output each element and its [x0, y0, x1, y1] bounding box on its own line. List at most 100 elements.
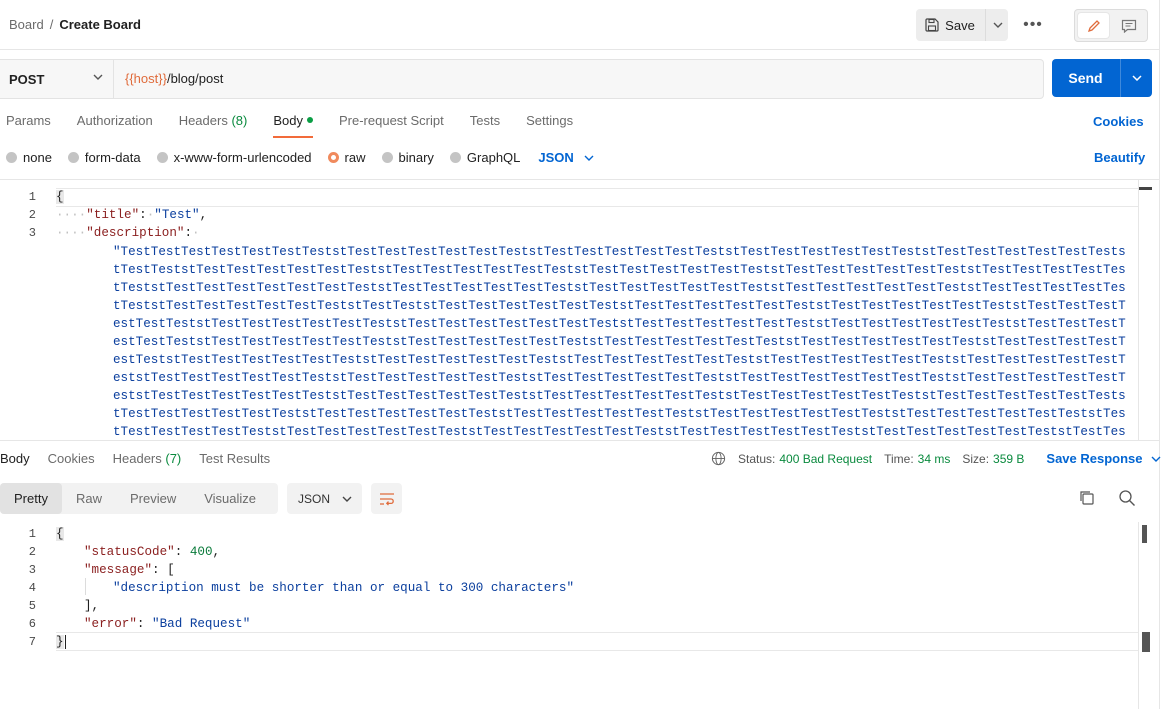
breadcrumb: Board / Create Board — [9, 17, 141, 32]
scrollbar[interactable] — [1138, 180, 1152, 441]
method-label: POST — [9, 71, 45, 87]
url-path: /blog/post — [166, 71, 224, 86]
view-tab-preview[interactable]: Preview — [116, 483, 190, 514]
response-line-6: "error": "Bad Request" — [84, 617, 251, 631]
send-button[interactable]: Send — [1052, 59, 1119, 97]
active-line-highlight — [56, 188, 1138, 207]
response-tabs: Body Cookies Headers (7) Test Results — [0, 451, 288, 466]
body-type-form-data[interactable]: form-data — [67, 150, 141, 165]
tab-headers[interactable]: Headers (8) — [179, 113, 248, 137]
response-tab-test-results[interactable]: Test Results — [199, 451, 270, 466]
line-number: 2 — [28, 545, 36, 559]
body-type-label: none — [23, 150, 52, 165]
body-type-none[interactable]: none — [6, 150, 52, 165]
view-tab-visualize[interactable]: Visualize — [190, 483, 270, 514]
search-button[interactable] — [1118, 489, 1136, 510]
url-variable: {{host}} — [125, 71, 167, 86]
response-tab-cookies[interactable]: Cookies — [48, 451, 95, 466]
scrollbar[interactable] — [1138, 522, 1152, 709]
request-body-editor[interactable]: 1 2 3 { ····"title":·"Test", ····"descri… — [0, 179, 1159, 441]
body-indicator-dot — [306, 116, 313, 123]
line-number: 4 — [28, 581, 36, 595]
scrollbar-thumb[interactable] — [1139, 187, 1152, 190]
response-meta: Status: 400 Bad Request Time: 34 ms Size… — [711, 451, 1161, 466]
line-number: 3 — [28, 563, 36, 577]
size-value[interactable]: 359 B — [993, 452, 1024, 466]
response-line-4: "description must be shorter than or equ… — [113, 581, 574, 595]
save-button[interactable]: Save — [916, 9, 984, 41]
response-body-viewer[interactable]: 1 2 3 4 5 6 7 { "statusCode": 400, "mess… — [0, 522, 1159, 709]
globe-icon[interactable] — [711, 451, 726, 466]
breadcrumb-parent[interactable]: Board — [9, 17, 44, 32]
method-select[interactable]: POST — [0, 60, 114, 98]
send-options-button[interactable] — [1120, 59, 1153, 97]
body-type-raw[interactable]: raw — [327, 150, 366, 165]
send-button-group: Send — [1052, 59, 1152, 97]
code-line-2: ····"title":·"Test", — [56, 208, 208, 222]
page-title[interactable]: Create Board — [59, 17, 141, 32]
tab-params[interactable]: Params — [6, 113, 51, 137]
line-number: 5 — [28, 599, 36, 613]
breadcrumb-separator: / — [49, 17, 54, 32]
body-type-graphql[interactable]: GraphQL — [449, 150, 521, 165]
save-label: Save — [945, 17, 975, 33]
response-headers-count: (7) — [165, 451, 182, 466]
active-line-highlight — [56, 632, 1138, 651]
response-line-1: { — [56, 527, 64, 541]
tab-settings[interactable]: Settings — [526, 113, 573, 137]
body-type-label: form-data — [84, 150, 141, 165]
tab-body[interactable]: Body — [273, 113, 313, 138]
body-type-binary[interactable]: binary — [381, 150, 434, 165]
response-divider[interactable] — [0, 440, 1159, 441]
scrollbar-thumb[interactable] — [1142, 525, 1147, 543]
line-number: 7 — [28, 635, 36, 649]
json-key: "title" — [86, 208, 140, 222]
save-response-button[interactable]: Save Response — [1046, 451, 1161, 466]
url-input[interactable]: {{host}}/blog/post — [125, 71, 223, 86]
tab-pre-request-script[interactable]: Pre-request Script — [339, 113, 444, 137]
json-key: "statusCode" — [84, 545, 175, 559]
body-type-label: GraphQL — [466, 150, 521, 165]
response-tab-headers[interactable]: Headers (7) — [113, 451, 182, 466]
line-number: 3 — [28, 226, 36, 240]
json-string: "Bad Request" — [152, 617, 251, 631]
tab-tests[interactable]: Tests — [470, 113, 500, 137]
beautify-button[interactable]: Beautify — [1094, 150, 1145, 165]
time-value[interactable]: 34 ms — [918, 452, 951, 466]
right-panel-divider — [1159, 0, 1160, 709]
response-format-select[interactable]: JSON — [287, 483, 362, 514]
save-options-button[interactable] — [985, 9, 1009, 41]
line-number: 1 — [28, 527, 36, 541]
status-label: Status: — [738, 451, 776, 466]
json-key: "message" — [84, 563, 153, 577]
view-tab-raw[interactable]: Raw — [62, 483, 116, 514]
chevron-down-icon — [993, 22, 1002, 28]
mode-toggle — [1074, 9, 1148, 42]
copy-icon — [1080, 491, 1094, 505]
body-type-urlencoded[interactable]: x-www-form-urlencoded — [156, 150, 312, 165]
description-value: "TestTestTestTestTestTestTeststTestTestT… — [113, 245, 1126, 439]
chevron-down-icon — [1151, 456, 1161, 462]
more-options-button[interactable]: ••• — [1020, 12, 1046, 38]
body-type-options: none form-data x-www-form-urlencoded raw… — [6, 150, 594, 165]
open-brace: { — [56, 190, 64, 204]
tab-body-label: Body — [273, 113, 303, 128]
response-tab-body[interactable]: Body — [0, 451, 30, 466]
status-value[interactable]: 400 Bad Request — [779, 452, 872, 466]
time-label: Time: — [884, 451, 914, 466]
radio-button-selected — [327, 152, 339, 163]
view-tab-pretty[interactable]: Pretty — [0, 483, 62, 514]
wrap-lines-icon — [379, 492, 394, 506]
edit-mode-button[interactable] — [1078, 13, 1109, 38]
cookies-link[interactable]: Cookies — [1093, 114, 1144, 129]
line-number: 6 — [28, 617, 36, 631]
response-line-7: } — [56, 635, 66, 650]
tab-authorization[interactable]: Authorization — [77, 113, 153, 137]
code-line-1: { — [56, 190, 64, 204]
indent-guide — [85, 578, 86, 595]
json-key: "description" — [86, 226, 185, 240]
wrap-lines-button[interactable] — [371, 483, 402, 514]
copy-button[interactable] — [1078, 489, 1096, 510]
body-format-select[interactable]: JSON — [538, 150, 594, 165]
comment-mode-button[interactable] — [1113, 13, 1144, 38]
